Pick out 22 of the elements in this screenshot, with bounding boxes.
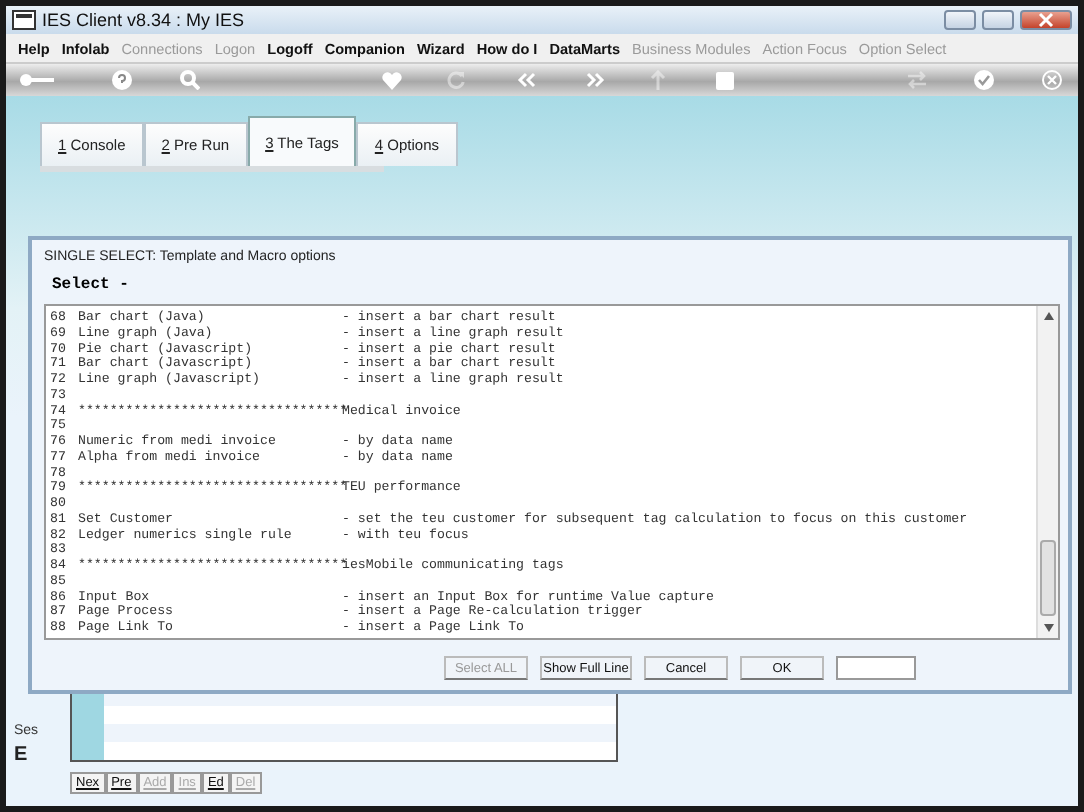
dialog-heading: Select -	[50, 274, 131, 294]
scroll-down-icon[interactable]	[1043, 624, 1053, 632]
input-field[interactable]	[836, 656, 916, 680]
minimize-button[interactable]	[944, 10, 976, 30]
double-right-icon[interactable]	[586, 72, 606, 88]
check-icon[interactable]	[974, 70, 994, 90]
app-icon	[12, 10, 36, 30]
close-button[interactable]	[1020, 10, 1072, 30]
maximize-button[interactable]	[982, 10, 1014, 30]
heart-icon[interactable]	[382, 71, 402, 89]
close-icon	[1038, 12, 1054, 28]
key-icon[interactable]	[18, 72, 54, 88]
window-title: IES Client v8.34 : My IES	[42, 10, 245, 30]
help-icon[interactable]	[112, 70, 132, 90]
scrollbar[interactable]	[1036, 306, 1058, 638]
search-icon[interactable]	[180, 70, 200, 90]
close-icon[interactable]	[1042, 70, 1062, 90]
double-left-icon[interactable]	[516, 72, 536, 88]
side-label: E	[14, 744, 30, 766]
square-icon[interactable]	[716, 71, 734, 89]
scroll-thumb[interactable]	[1040, 540, 1056, 616]
scroll-up-icon[interactable]	[1043, 312, 1053, 320]
